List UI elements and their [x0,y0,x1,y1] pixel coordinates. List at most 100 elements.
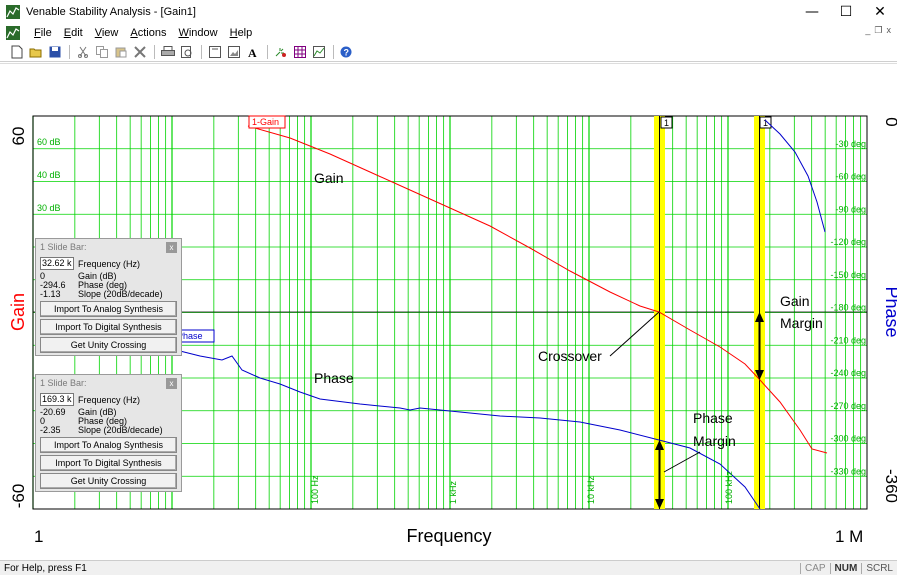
phase-trace-upper [764,119,826,233]
sparkle-icon[interactable] [272,44,290,60]
phase-tick-label: -90 deg [835,204,866,214]
phase-tick-label: -300 deg [830,434,866,444]
mdi-controls: _ ❐ x [865,25,891,36]
annotation-phase-margin-line2: Margin [693,433,736,449]
font-icon[interactable]: A [244,44,262,60]
frequency-field[interactable]: 169.3 k [40,393,74,406]
slide-bar-panel-2[interactable]: 1 Slide Bar: x 169.3 k Frequency (Hz) -2… [35,374,182,492]
phase-tick-label: -150 deg [830,270,866,280]
freq-axis-label: Frequency [406,526,491,546]
freq-tick-label: 1 kHz [448,480,458,504]
annotation-phase-margin-line1: Phase [693,410,733,426]
gain-tick-label: 30 dB [37,203,61,213]
menu-view-label: iew [101,26,119,39]
phase-tick-label: -330 deg [830,466,866,476]
menu-window[interactable]: Window [172,27,223,39]
annotation-crossover: Crossover [538,348,602,364]
gain-tick-label: 60 dB [37,137,61,147]
slope-value: -2.35 [40,425,61,435]
scroll-lock-indicator: SCRL [861,562,897,574]
freq-axis-min: 1 [34,527,43,546]
import-analog-synthesis-button[interactable]: Import To Analog Synthesis [40,437,177,453]
print-preview-icon[interactable] [178,44,196,60]
slide-bar-title-bar[interactable]: 1 Slide Bar: x [36,375,181,391]
paste-icon[interactable] [112,44,130,60]
plot-area: 1 1 1-Gain 1-Phase 60 dB 40 dB 30 dB -30… [0,63,897,560]
picture-icon[interactable] [225,44,243,60]
slide-bar-panel-1[interactable]: 1 Slide Bar: x 32.62 k Frequency (Hz) 0G… [35,238,182,356]
copy-icon[interactable] [93,44,111,60]
menu-edit[interactable]: Edit [58,27,89,39]
toolbar-separator [69,44,70,59]
menu-actions-accel: A [130,26,138,39]
import-analog-synthesis-button[interactable]: Import To Analog Synthesis [40,301,177,317]
slope-value: -1.13 [40,289,61,299]
phase-tick-label: -120 deg [830,237,866,247]
menu-help[interactable]: Help [224,27,259,39]
menu-view[interactable]: View [89,27,125,39]
caps-lock-indicator: CAP [799,562,830,574]
document-icon[interactable] [6,25,20,40]
num-lock-indicator: NUM [829,562,862,574]
mdi-restore-button[interactable]: ❐ [874,25,882,36]
gain-axis-label: Gain [8,293,28,331]
slope-label: Slope (20dB/decade) [78,425,163,435]
status-help-text: For Help, press F1 [4,562,87,574]
toolbar-separator [267,44,268,59]
maximize-button[interactable]: ☐ [829,0,863,23]
mdi-minimize-button[interactable]: _ [865,25,870,36]
frame-icon[interactable] [206,44,224,60]
import-digital-synthesis-button[interactable]: Import To Digital Synthesis [40,319,177,335]
toolbar-separator [201,44,202,59]
phase-tick-label: -270 deg [830,401,866,411]
minimize-button[interactable]: — [795,0,829,23]
mdi-close-button[interactable]: x [887,25,892,36]
menu-file-accel: F [34,26,41,39]
gain-tick-label: 40 dB [37,170,61,180]
close-button[interactable]: ✕ [863,0,897,23]
freq-axis-max: 1 M [835,527,863,546]
frequency-field[interactable]: 32.62 k [40,257,74,270]
get-unity-crossing-button[interactable]: Get Unity Crossing [40,337,177,353]
menu-bar: File Edit View Actions Window Help [0,23,897,42]
menu-actions[interactable]: Actions [124,27,172,39]
slide-bar-close-button[interactable]: x [166,377,177,389]
crossover-leader-line [609,311,660,357]
phase-axis-max: 0 [882,117,897,126]
phase-tick-label: -60 deg [835,172,866,182]
get-unity-crossing-button[interactable]: Get Unity Crossing [40,473,177,489]
svg-text:A: A [248,46,257,58]
import-digital-synthesis-button[interactable]: Import To Digital Synthesis [40,455,177,471]
window-title: Venable Stability Analysis - [Gain1] [26,5,196,18]
slide-bar-title: 1 Slide Bar: [40,378,87,388]
phase-tick-label: -180 deg [830,303,866,313]
slide-bar-title-bar[interactable]: 1 Slide Bar: x [36,239,181,255]
print-icon[interactable] [159,44,177,60]
title-bar: Venable Stability Analysis - [Gain1] — ☐… [0,0,897,23]
grid-icon[interactable] [291,44,309,60]
phase-axis-label: Phase [882,286,897,337]
phase-axis-min: -360 [882,469,897,503]
frequency-label: Frequency (Hz) [78,394,141,405]
status-bar: For Help, press F1 CAP NUM SCRL [0,560,897,575]
toolbar-separator [333,44,334,59]
toolbar: A ? [0,42,897,62]
svg-text:?: ? [344,47,350,57]
annotation-gain-margin-line1: Gain [780,293,810,309]
graph-icon[interactable] [310,44,328,60]
freq-tick-label: 10 kHz [586,475,596,504]
delete-icon[interactable] [131,44,149,60]
help-icon[interactable]: ? [338,44,356,60]
cursor-label-2: 1 [763,118,768,128]
menu-file[interactable]: File [28,27,58,39]
phase-tick-label: -210 deg [830,335,866,345]
toolbar-separator [154,44,155,59]
save-icon[interactable] [46,44,64,60]
phase-margin-leader-line [663,451,701,473]
menu-edit-accel: E [63,26,72,39]
new-icon[interactable] [8,44,26,60]
slide-bar-close-button[interactable]: x [166,241,177,253]
open-icon[interactable] [27,44,45,60]
gain-axis-max: 60 [9,127,28,146]
cut-icon[interactable] [74,44,92,60]
